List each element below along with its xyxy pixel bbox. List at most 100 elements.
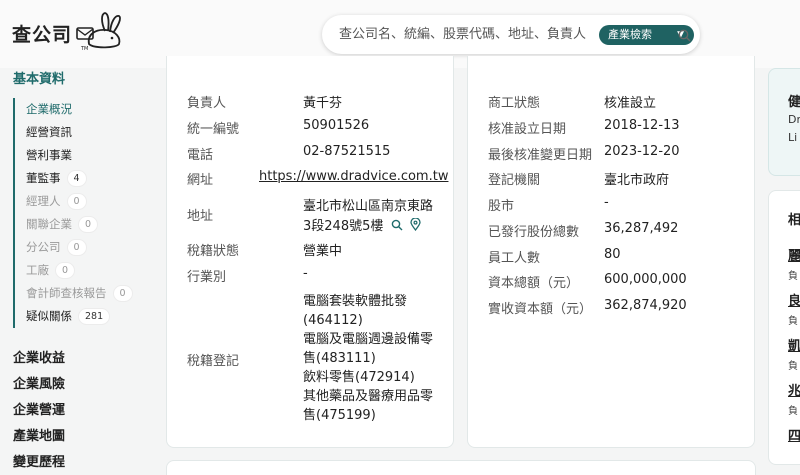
website-label: 網址 xyxy=(187,173,214,188)
right-panel-line: Li xyxy=(788,131,798,144)
field-value: 2023-12-20 xyxy=(604,144,680,159)
tax-registration-line: 其他藥品及醫療用品零 xyxy=(303,389,434,404)
related-company-sub: 負 xyxy=(788,271,798,282)
sidebar-item-affiliates[interactable]: 關聯企業 0 xyxy=(26,213,132,236)
related-company-link[interactable]: 麗 xyxy=(788,245,800,264)
related-panel-title: 相 xyxy=(788,213,800,228)
sidebar-item-directors[interactable]: 董監事 4 xyxy=(26,167,132,190)
taxid-value: 50901526 xyxy=(303,118,370,133)
field-value: 臺北市政府 xyxy=(604,173,670,188)
logo-text: 查公司 xyxy=(12,23,73,46)
map-pin-icon[interactable] xyxy=(409,217,421,235)
related-company-link[interactable]: 兆 xyxy=(788,380,800,399)
nav-item-industry-map[interactable]: 產業地圖 xyxy=(13,424,65,450)
field-value: 核准設立 xyxy=(604,96,657,111)
site-logo[interactable]: 查公司 TM xyxy=(12,10,126,56)
next-section-card xyxy=(166,460,756,475)
search-icon[interactable] xyxy=(678,27,691,46)
count-badge: 0 xyxy=(79,217,98,232)
field-label: 登記機關 xyxy=(488,173,541,188)
sidebar-item-label: 企業概況 xyxy=(26,102,72,116)
related-company-link[interactable]: 四 xyxy=(788,425,800,444)
related-company-link[interactable]: 凱 xyxy=(788,335,800,354)
sidebar-section-title[interactable]: 基本資料 xyxy=(13,68,65,87)
tax-registration-label: 稅籍登記 xyxy=(187,354,240,369)
field-value: - xyxy=(604,195,609,210)
address-label: 地址 xyxy=(187,209,214,224)
count-badge: 0 xyxy=(67,194,86,209)
sidebar-item-label: 關聯企業 xyxy=(26,217,72,231)
field-label: 股市 xyxy=(488,199,515,214)
count-badge: 0 xyxy=(113,286,132,301)
nav-item-revenue[interactable]: 企業收益 xyxy=(13,346,65,372)
tax-registration-line: 售(475199) xyxy=(303,408,376,423)
related-companies-panel: 相 麗 負 良 負 凱 負 兆 負 四 xyxy=(768,190,800,465)
field-value: 600,000,000 xyxy=(604,272,687,287)
field-label: 資本總額（元） xyxy=(488,276,580,291)
field-value: 362,874,920 xyxy=(604,298,687,313)
industry-value: - xyxy=(303,266,308,281)
phone-value: 02-87521515 xyxy=(303,144,391,159)
sidebar-item-label: 疑似關係 xyxy=(26,309,72,323)
field-label: 核准設立日期 xyxy=(488,122,567,137)
related-company-sub: 負 xyxy=(788,361,798,372)
count-badge: 4 xyxy=(67,171,86,186)
address-line1: 臺北市松山區南京東路 xyxy=(303,199,434,214)
search-type-label: 產業檢索 xyxy=(608,28,652,41)
sidebar-item-profit-business[interactable]: 營利事業 xyxy=(26,144,132,167)
tax-status-label: 稅籍狀態 xyxy=(187,244,240,259)
sidebar-item-label: 營利事業 xyxy=(26,148,72,162)
search-bar: 產業檢索 ▼ xyxy=(322,15,700,54)
industry-label: 行業別 xyxy=(187,270,227,285)
tax-registration-list: 電腦套裝軟體批發 (464112) 電腦及電腦週邊設備零 售(483111) 飲… xyxy=(303,292,448,425)
right-highlight-panel: 健 Dr Li xyxy=(768,68,800,176)
field-value: 36,287,492 xyxy=(604,221,679,236)
sidebar-item-label: 會計師查核報告 xyxy=(26,286,107,300)
sidebar-item-branches[interactable]: 分公司 0 xyxy=(26,236,132,259)
related-company-link[interactable]: 良 xyxy=(788,290,800,309)
count-badge: 281 xyxy=(79,309,110,324)
responsible-label: 負責人 xyxy=(187,96,227,111)
sidebar-item-label: 董監事 xyxy=(26,171,61,185)
sidebar-item-label: 經營資訊 xyxy=(26,125,72,139)
sidebar-item-business-info[interactable]: 經營資訊 xyxy=(26,121,132,144)
sidebar-item-factories[interactable]: 工廠 0 xyxy=(26,259,132,282)
taxid-label: 統一編號 xyxy=(187,122,240,137)
nav-item-operations[interactable]: 企業營運 xyxy=(13,398,65,424)
field-value: 80 xyxy=(604,247,621,262)
sidebar-item-label: 分公司 xyxy=(26,240,61,254)
sidebar-sub-list: 企業概況 經營資訊 營利事業 董監事 4 經理人 0 關聯企業 0 分公司 0 … xyxy=(13,98,132,328)
sidebar-item-managers[interactable]: 經理人 0 xyxy=(26,190,132,213)
right-panel-line: Dr xyxy=(788,113,800,126)
tax-registration-line: 電腦套裝軟體批發 xyxy=(303,294,408,309)
count-badge: 0 xyxy=(67,240,86,255)
tax-registration-line: 飲料零售(472914) xyxy=(303,370,415,385)
field-label: 最後核准變更日期 xyxy=(488,148,593,163)
search-address-icon[interactable] xyxy=(391,219,403,235)
nav-item-risk[interactable]: 企業風險 xyxy=(13,372,65,398)
field-label: 已發行股份總數 xyxy=(488,225,580,240)
tax-registration-line: 售(483111) xyxy=(303,351,376,366)
website-link[interactable]: https://www.dradvice.com.tw xyxy=(259,169,448,184)
field-label: 商工狀態 xyxy=(488,96,541,111)
sidebar-item-company-overview[interactable]: 企業概況 xyxy=(26,98,132,121)
address-line2: 3段248號5樓 xyxy=(303,219,384,234)
search-input[interactable] xyxy=(339,24,599,44)
tax-status-value: 營業中 xyxy=(303,244,343,259)
right-panel-title: 健 xyxy=(788,95,800,110)
sidebar-item-suspected-relations[interactable]: 疑似關係 281 xyxy=(26,305,132,328)
tax-registration-line: 電腦及電腦週邊設備零 xyxy=(303,332,434,347)
nav-item-change-history[interactable]: 變更歷程 xyxy=(13,450,65,475)
sidebar: 基本資料 企業概況 經營資訊 營利事業 董監事 4 經理人 0 關聯企業 0 分… xyxy=(0,68,160,475)
sidebar-main-nav: 企業收益 企業風險 企業營運 產業地圖 變更歷程 xyxy=(13,346,65,475)
sidebar-item-label: 工廠 xyxy=(26,263,49,277)
sidebar-item-label: 經理人 xyxy=(26,194,61,208)
company-basic-card: 負責人 黃千芬 統一編號 50901526 電話 02-87521515 網址 … xyxy=(166,56,454,448)
phone-label: 電話 xyxy=(187,148,214,163)
responsible-value: 黃千芬 xyxy=(303,96,343,111)
sidebar-item-audit-reports[interactable]: 會計師查核報告 0 xyxy=(26,282,132,305)
field-value: 2018-12-13 xyxy=(604,118,680,133)
related-company-sub: 負 xyxy=(788,406,798,417)
address-line2-row: 3段248號5樓 xyxy=(303,215,421,235)
related-company-sub: 負 xyxy=(788,316,798,327)
